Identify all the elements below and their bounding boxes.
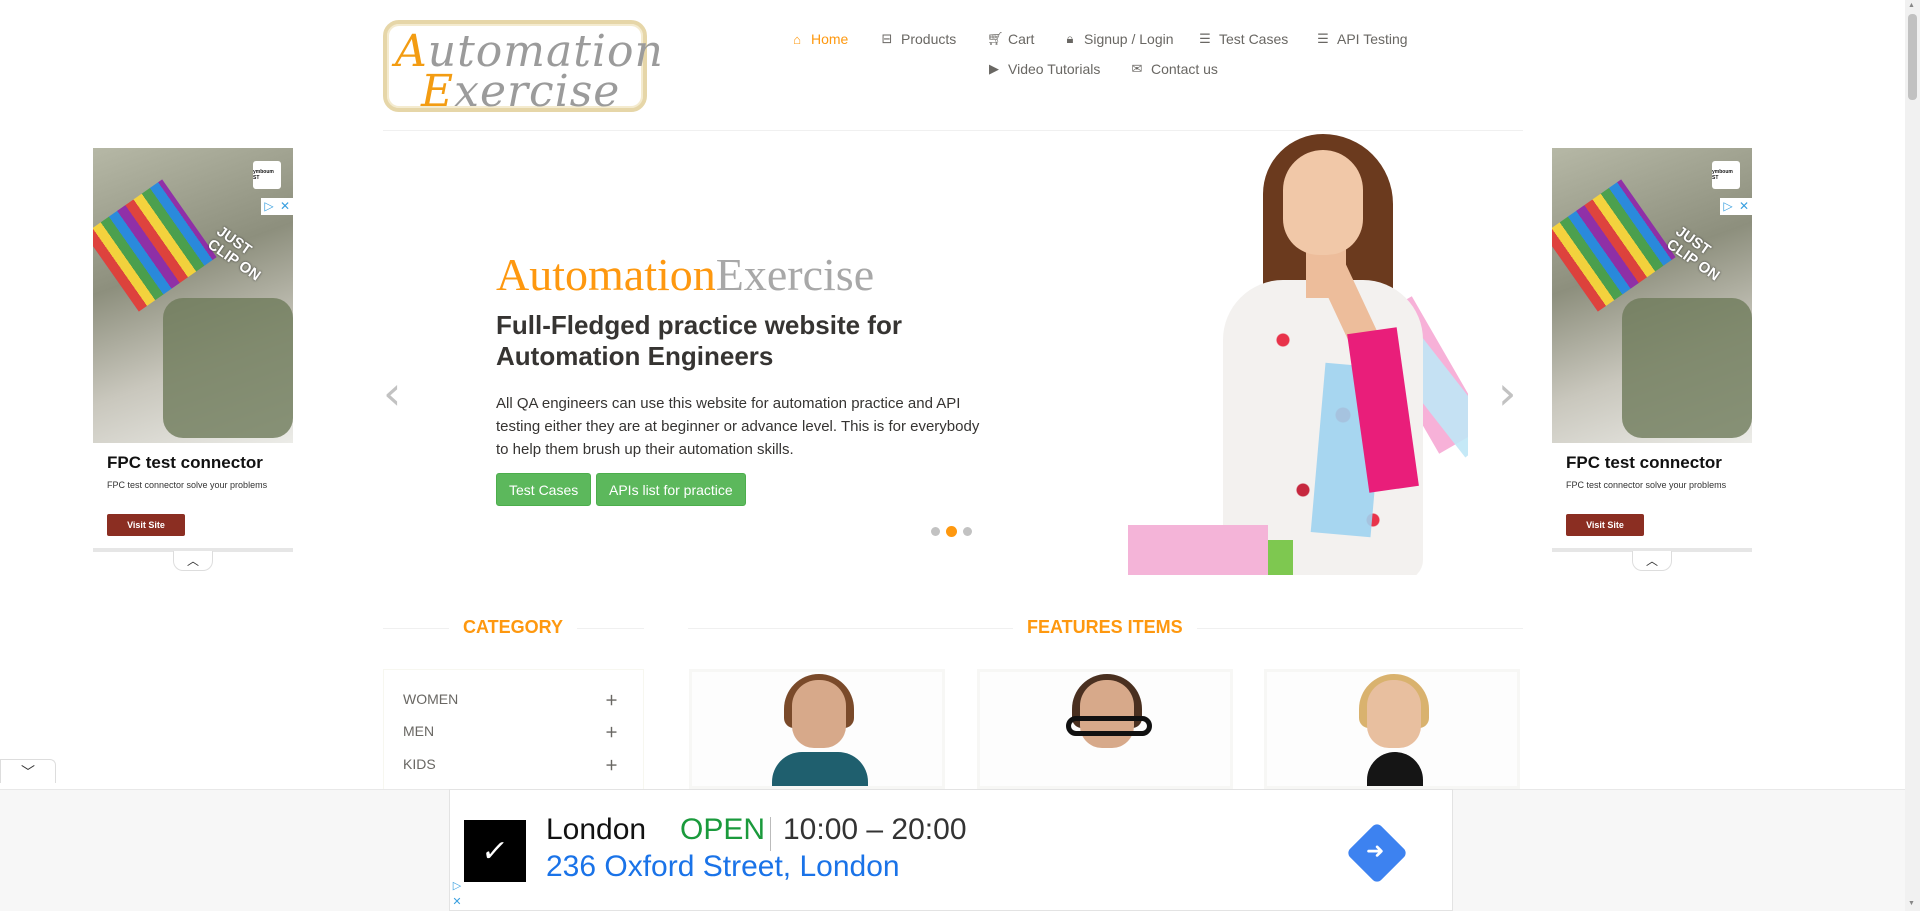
left-side-ad[interactable]: JUST CLIP ON ymboum ST ▷ ✕ FPC test connec…	[93, 148, 293, 571]
ad-description: FPC test connector solve your problems	[1566, 480, 1727, 490]
nav-test-cases[interactable]: ☰ Test Cases	[1198, 31, 1288, 47]
glasses-icon	[1066, 716, 1152, 736]
home-icon: ⌂	[793, 31, 801, 47]
ad-hours: 10:00 – 20:00	[783, 813, 967, 846]
list-icon: ☰	[1199, 31, 1211, 46]
slider-subtitle: Full-Fledged practice website for Automa…	[496, 310, 902, 371]
directions-icon[interactable]: ➜	[1345, 821, 1409, 885]
products-icon: ⊟	[881, 31, 893, 46]
adchoices-icon[interactable]: ▷	[450, 878, 464, 894]
ad-image: JUST CLIP ON ymboum ST ▷ ✕	[93, 148, 293, 443]
right-side-ad[interactable]: JUST CLIP ON ymboum ST ▷ ✕ FPC test connec…	[1552, 148, 1752, 571]
product-card[interactable]	[689, 669, 945, 789]
chevron-up-icon[interactable]: ︿	[1632, 551, 1672, 571]
category-men[interactable]: MEN	[403, 723, 434, 739]
chevron-down-icon[interactable]: ﹀	[0, 759, 56, 783]
close-icon[interactable]: ✕	[1736, 198, 1752, 215]
ad-open-status: OPEN	[680, 813, 766, 846]
ad-description: FPC test connector solve your problems	[107, 480, 268, 490]
category-title: CATEGORY	[449, 617, 578, 638]
hero-slider: ‹ AutomationExercise Full-Fledged practi…	[383, 130, 1523, 575]
category-women[interactable]: WOMEN	[403, 691, 458, 707]
slider-description: All QA engineers can use this website fo…	[496, 395, 980, 458]
ad-title[interactable]: FPC test connector	[1566, 453, 1722, 473]
adchoices[interactable]: ▷ ✕	[261, 198, 293, 215]
product-image	[1367, 680, 1421, 748]
ad-address[interactable]: 236 Oxford Street, London	[546, 850, 900, 884]
site-logo[interactable]: Automation Exercise	[383, 20, 663, 117]
adchoices-icon[interactable]: ▷	[261, 198, 277, 215]
nav-video-tutorials[interactable]: ▶ Video Tutorials	[987, 61, 1100, 77]
product-image	[1080, 680, 1134, 748]
nav-contact-us[interactable]: ✉ Contact us	[1130, 61, 1218, 77]
ad-brand-logo: ymboum ST	[253, 161, 281, 189]
features-title: FEATURES ITEMS	[1013, 617, 1197, 638]
nav-signup-login[interactable]: 🔒︎ Signup / Login	[1063, 31, 1174, 47]
slide-indicator-active[interactable]	[946, 526, 957, 537]
nav-products[interactable]: ⊟ Products	[880, 31, 957, 47]
slider-next-arrow[interactable]: ›	[1498, 370, 1516, 416]
visit-site-button[interactable]: Visit Site	[107, 514, 185, 536]
category-panel: WOMEN ＋ MEN ＋ KIDS ＋	[383, 669, 644, 789]
nav-home[interactable]: ⌂ Home	[790, 31, 848, 47]
ad-city: London	[546, 813, 647, 846]
hero-image	[1038, 130, 1468, 575]
adchoices[interactable]: ▷ ✕	[450, 878, 464, 910]
nav-cart[interactable]: 🛒︎ Cart	[987, 31, 1034, 47]
slider-title: AutomationExercise	[496, 249, 875, 300]
nike-logo: ✓	[464, 820, 526, 882]
product-image	[792, 680, 846, 748]
slide-indicator[interactable]	[963, 527, 972, 536]
cart-icon: 🛒︎	[987, 31, 1004, 46]
scroll-down-icon[interactable]: ▼	[1908, 900, 1915, 907]
close-icon[interactable]: ✕	[450, 894, 464, 910]
plus-icon[interactable]: ＋	[605, 690, 618, 709]
lock-icon: 🔒︎	[1066, 31, 1074, 46]
plus-icon[interactable]: ＋	[605, 722, 618, 741]
scrollbar[interactable]: ▲ ▼	[1905, 0, 1920, 911]
nav-api-testing[interactable]: ☰ API Testing	[1316, 31, 1407, 47]
slide-indicator[interactable]	[931, 527, 940, 536]
ad-title[interactable]: FPC test connector	[107, 453, 263, 473]
test-cases-button[interactable]: Test Cases	[496, 473, 592, 506]
adchoices[interactable]: ▷ ✕	[1720, 198, 1752, 215]
scroll-up-icon[interactable]: ▲	[1908, 2, 1915, 9]
slider-prev-arrow[interactable]: ‹	[383, 370, 401, 416]
list-icon: ☰	[1317, 31, 1329, 46]
ad-brand-logo: ymboum ST	[1712, 161, 1740, 189]
plus-icon[interactable]: ＋	[605, 755, 618, 774]
scrollbar-thumb[interactable]	[1908, 14, 1917, 100]
adchoices-icon[interactable]: ▷	[1720, 198, 1736, 215]
visit-site-button[interactable]: Visit Site	[1566, 514, 1644, 536]
product-card[interactable]	[1264, 669, 1520, 789]
close-icon[interactable]: ✕	[277, 198, 293, 215]
bottom-ad[interactable]: ✓ London OPEN 10:00 – 20:00 236 Oxford S…	[449, 789, 1453, 911]
chevron-up-icon[interactable]: ︿	[173, 551, 213, 571]
slider-indicators	[931, 526, 972, 537]
category-kids[interactable]: KIDS	[403, 756, 436, 772]
apis-list-button[interactable]: APIs list for practice	[596, 473, 746, 506]
envelope-icon: ✉	[1131, 61, 1143, 76]
ad-image: JUST CLIP ON ymboum ST ▷ ✕	[1552, 148, 1752, 443]
product-card[interactable]	[977, 669, 1233, 789]
youtube-icon: ▶	[989, 61, 999, 76]
